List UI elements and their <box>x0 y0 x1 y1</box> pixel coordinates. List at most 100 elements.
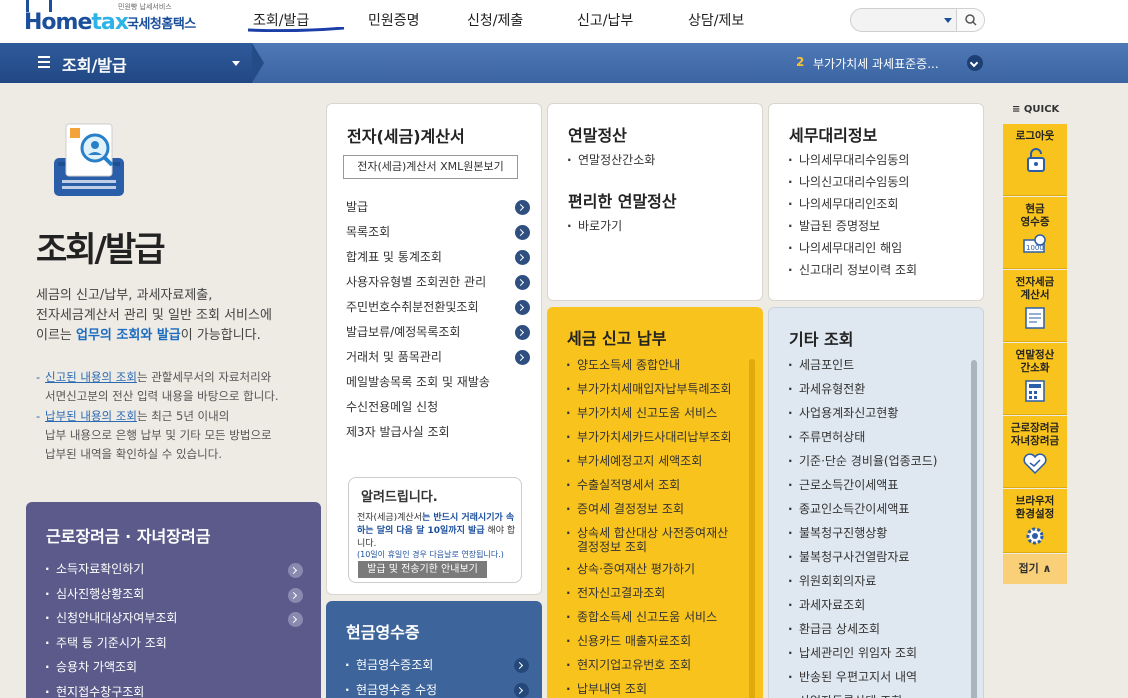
list-item[interactable]: 현금영수증조회 <box>344 653 524 678</box>
list-item[interactable]: 종합소득세 신고도움 서비스 <box>565 605 755 629</box>
list-item[interactable]: 부가가치세 신고도움 서비스 <box>565 401 755 425</box>
list-item[interactable]: 승용차 가액조회 <box>44 655 306 680</box>
list-item[interactable]: 합계표 및 통계조회 <box>346 245 536 270</box>
list-item[interactable]: 발급보류/예정목록조회 <box>346 320 536 345</box>
list-item[interactable]: 현금영수증 수정 <box>344 678 524 698</box>
nav-apply-submit[interactable]: 신청/제출 <box>467 10 523 30</box>
hamburger-icon[interactable] <box>38 56 50 68</box>
list-item[interactable]: 과세유형전환 <box>787 377 977 401</box>
notice-ticker[interactable]: 부가가치세 과세표준증... <box>813 55 939 72</box>
list-item[interactable]: 나의세무대리인조회 <box>787 193 977 215</box>
list-item[interactable]: 심사진행상황조회 <box>44 582 306 607</box>
go-arrow-icon[interactable] <box>515 250 530 265</box>
card-eitc: 근로장려금 · 자녀장려금 소득자료확인하기 심사진행상황조회 신청안내대상자여… <box>26 502 321 698</box>
list-item[interactable]: 메일발송목록 조회 및 재발송 <box>346 370 536 395</box>
list-item[interactable]: 발급된 증명정보 <box>787 215 977 237</box>
nav-consult-report[interactable]: 상담/제보 <box>688 10 744 30</box>
list-item[interactable]: 거래처 및 품목관리 <box>346 345 536 370</box>
go-arrow-icon[interactable] <box>515 325 530 340</box>
list-item[interactable]: 발급 <box>346 195 536 220</box>
search-input[interactable] <box>859 12 939 28</box>
list-item[interactable]: 부가가치세카드사대리납부조회 <box>565 425 755 449</box>
search-button[interactable] <box>956 9 984 31</box>
list-item[interactable]: 과세자료조회 <box>787 593 977 617</box>
quick-year-end[interactable]: 연말정산 간소화 <box>1003 343 1067 415</box>
go-arrow-icon[interactable] <box>288 612 303 627</box>
card-agent: 세무대리정보 나의세무대리수임동의 나의신고대리수임동의 나의세무대리인조회 발… <box>768 103 984 301</box>
list-item[interactable]: 환급금 상세조회 <box>787 617 977 641</box>
list-item[interactable]: 부가가치세매입자납부특례조회 <box>565 377 755 401</box>
list-item[interactable]: 신청안내대상자여부조회 <box>44 606 306 631</box>
list-item[interactable]: 신용카드 매출자료조회 <box>565 629 755 653</box>
quick-close-button[interactable]: 접기 ∧ <box>1003 554 1067 584</box>
chevron-down-icon[interactable] <box>232 61 240 66</box>
xml-view-button[interactable]: 전자(세금)계산서 XML원본보기 <box>343 155 518 179</box>
list-item[interactable]: 수신전용메일 신청 <box>346 395 536 420</box>
go-arrow-icon[interactable] <box>515 200 530 215</box>
list-item[interactable]: 신고대리 정보이력 조회 <box>787 259 977 281</box>
list-item[interactable]: 나의신고대리수임동의 <box>787 171 977 193</box>
go-arrow-icon[interactable] <box>515 350 530 365</box>
quick-e-tax-invoice[interactable]: 전자세금 계산서 <box>1003 270 1067 342</box>
list-item[interactable]: 납세관리인 위임자 조회 <box>787 641 977 665</box>
list-item[interactable]: 상속·증여재산 평가하기 <box>565 557 755 581</box>
go-arrow-icon[interactable] <box>514 658 529 673</box>
list-item[interactable]: 납부내역 조회 <box>565 677 755 698</box>
quick-cash-receipt[interactable]: 현금 영수증 1000 <box>1003 197 1067 269</box>
nav-report-pay[interactable]: 신고/납부 <box>577 10 633 30</box>
card-etc-list: 세금포인트 과세유형전환 사업용계좌신고현황 주류면허상태 기준·단순 경비율(… <box>787 353 977 698</box>
go-arrow-icon[interactable] <box>288 588 303 603</box>
list-item[interactable]: 제3자 발급사실 조회 <box>346 420 536 445</box>
note-paid: - 납부된 내용의 조회는 최근 5년 이내의 납부 내용으로 은행 납부 및 … <box>36 409 272 461</box>
quick-browser-settings[interactable]: 브라우저 환경설정 <box>1003 489 1067 553</box>
hometax-logo[interactable]: 민원빵 납세서비스 Hometax 국세청홈택스 <box>24 0 214 40</box>
list-item[interactable]: 종교인소득간이세액표 <box>787 497 977 521</box>
etc-scrollbar[interactable] <box>971 360 977 698</box>
deadline-guide-button[interactable]: 발급 및 전송기한 안내보기 <box>358 561 487 578</box>
list-item[interactable]: 목록조회 <box>346 220 536 245</box>
notice-expand-icon[interactable] <box>967 55 983 71</box>
list-item[interactable]: 수출실적명세서 조회 <box>565 473 755 497</box>
list-item-cont[interactable]: 결정정보 조회 <box>565 541 755 557</box>
list-item[interactable]: 주택 등 기준시가 조회 <box>44 631 306 656</box>
go-arrow-icon[interactable] <box>514 683 529 698</box>
list-item[interactable]: 세금포인트 <box>787 353 977 377</box>
go-arrow-icon[interactable] <box>515 275 530 290</box>
nav-civil-certificate[interactable]: 민원증명 <box>368 10 420 30</box>
list-item[interactable]: 부가세예정고지 세액조회 <box>565 449 755 473</box>
search-dropdown-icon[interactable] <box>944 18 952 23</box>
search-box[interactable] <box>850 8 985 32</box>
list-item[interactable]: 현지접수창구조회 <box>44 680 306 698</box>
list-item[interactable]: 전자신고결과조회 <box>565 581 755 605</box>
lock-icon <box>1027 148 1045 172</box>
list-item[interactable]: 불복청구사건열람자료 <box>787 545 977 569</box>
list-item[interactable]: 바로가기 <box>566 214 746 239</box>
card-year-end: 연말정산 연말정산간소화 편리한 연말정산 바로가기 <box>547 103 763 301</box>
go-arrow-icon[interactable] <box>288 563 303 578</box>
list-item[interactable]: 사업용계좌신고현황 <box>787 401 977 425</box>
list-item[interactable]: 기준·단순 경비율(업종코드) <box>787 449 977 473</box>
list-item[interactable]: 상속세 합산대상 사전증여재산 <box>565 526 755 541</box>
list-item[interactable]: 사용자유형별 조회권한 관리 <box>346 270 536 295</box>
list-item[interactable]: 주민번호수취분전환및조회 <box>346 295 536 320</box>
search-document-icon <box>54 123 124 196</box>
list-item[interactable]: 증여세 결정정보 조회 <box>565 497 755 521</box>
go-arrow-icon[interactable] <box>515 225 530 240</box>
list-item[interactable]: 양도소득세 종합안내 <box>565 353 755 377</box>
go-arrow-icon[interactable] <box>515 300 530 315</box>
logo-korean-name: 국세청홈택스 <box>127 17 196 32</box>
list-item[interactable]: 나의세무대리수임동의 <box>787 149 977 171</box>
list-item[interactable]: 사업자등록상태 조회 <box>787 689 977 698</box>
list-item[interactable]: 연말정산간소화 <box>566 148 746 173</box>
list-item[interactable]: 위원회회의자료 <box>787 569 977 593</box>
list-item[interactable]: 불복청구진행상황 <box>787 521 977 545</box>
list-item[interactable]: 반송된 우편고지서 내역 <box>787 665 977 689</box>
list-item[interactable]: 소득자료확인하기 <box>44 557 306 582</box>
list-item[interactable]: 나의세무대리인 해임 <box>787 237 977 259</box>
quick-eitc[interactable]: 근로장려금 자녀장려금 <box>1003 416 1067 488</box>
list-item[interactable]: 주류면허상태 <box>787 425 977 449</box>
list-item[interactable]: 현지기업고유번호 조회 <box>565 653 755 677</box>
quick-logout[interactable]: 로그아웃 <box>1003 124 1067 196</box>
tax-report-scrollbar[interactable] <box>749 359 755 698</box>
list-item[interactable]: 근로소득간이세액표 <box>787 473 977 497</box>
